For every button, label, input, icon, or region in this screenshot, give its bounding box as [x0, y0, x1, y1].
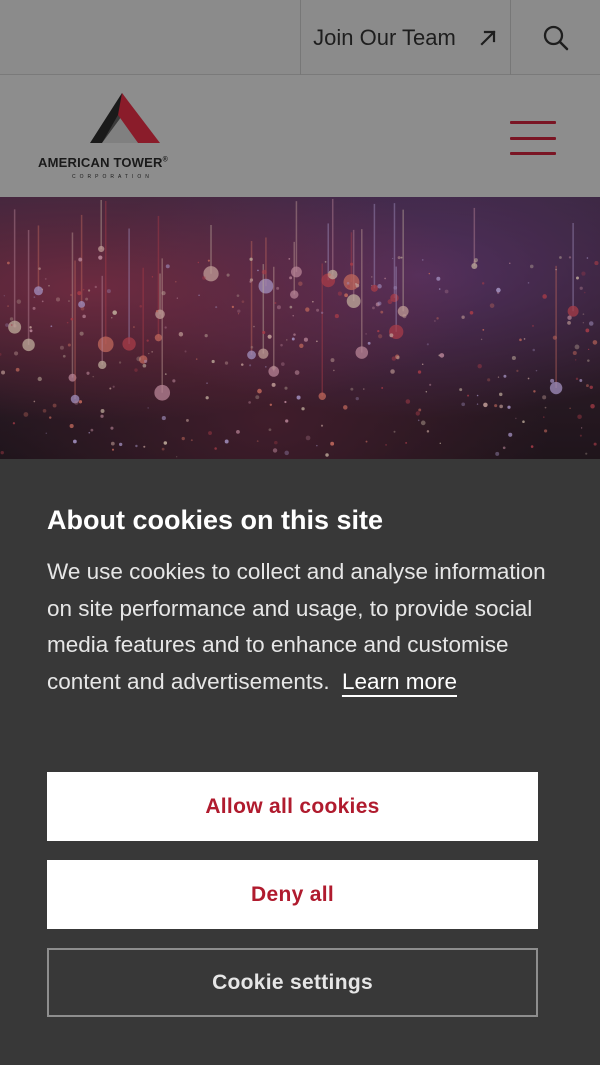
tower-logo-icon	[90, 93, 160, 143]
cookie-banner-body: We use cookies to collect and analyse in…	[47, 559, 546, 694]
menu-line	[510, 121, 556, 124]
american-tower-logo[interactable]: AMERICAN TOWER® CORPORATION	[38, 93, 223, 185]
site-header: AMERICAN TOWER® CORPORATION	[0, 75, 600, 197]
hero-image	[0, 197, 600, 459]
allow-all-cookies-button[interactable]: Allow all cookies	[47, 772, 538, 841]
menu-line	[510, 136, 556, 140]
search-icon	[543, 25, 569, 50]
hero-lights-graphic	[0, 197, 600, 459]
logo-wordmark: AMERICAN TOWER®	[38, 155, 168, 170]
cookie-banner-title: About cookies on this site	[47, 505, 384, 535]
cookie-settings-button[interactable]: Cookie settings	[47, 948, 538, 1017]
hamburger-menu-button[interactable]	[510, 121, 556, 155]
join-our-team-label: Join Our Team	[313, 24, 456, 50]
top-bar: Join Our Team	[0, 0, 600, 75]
cookie-banner-text: We use cookies to collect and analyse in…	[47, 554, 557, 700]
cookie-banner: About cookies on this site We use cookie…	[0, 459, 600, 1065]
arrow-up-right-icon	[480, 29, 496, 46]
search-button[interactable]	[512, 0, 600, 75]
deny-all-button[interactable]: Deny all	[47, 860, 538, 929]
menu-line	[510, 152, 556, 155]
learn-more-link[interactable]: Learn more	[342, 669, 457, 694]
join-our-team-link[interactable]: Join Our Team	[300, 0, 511, 75]
logo-subtext: CORPORATION	[72, 174, 153, 180]
